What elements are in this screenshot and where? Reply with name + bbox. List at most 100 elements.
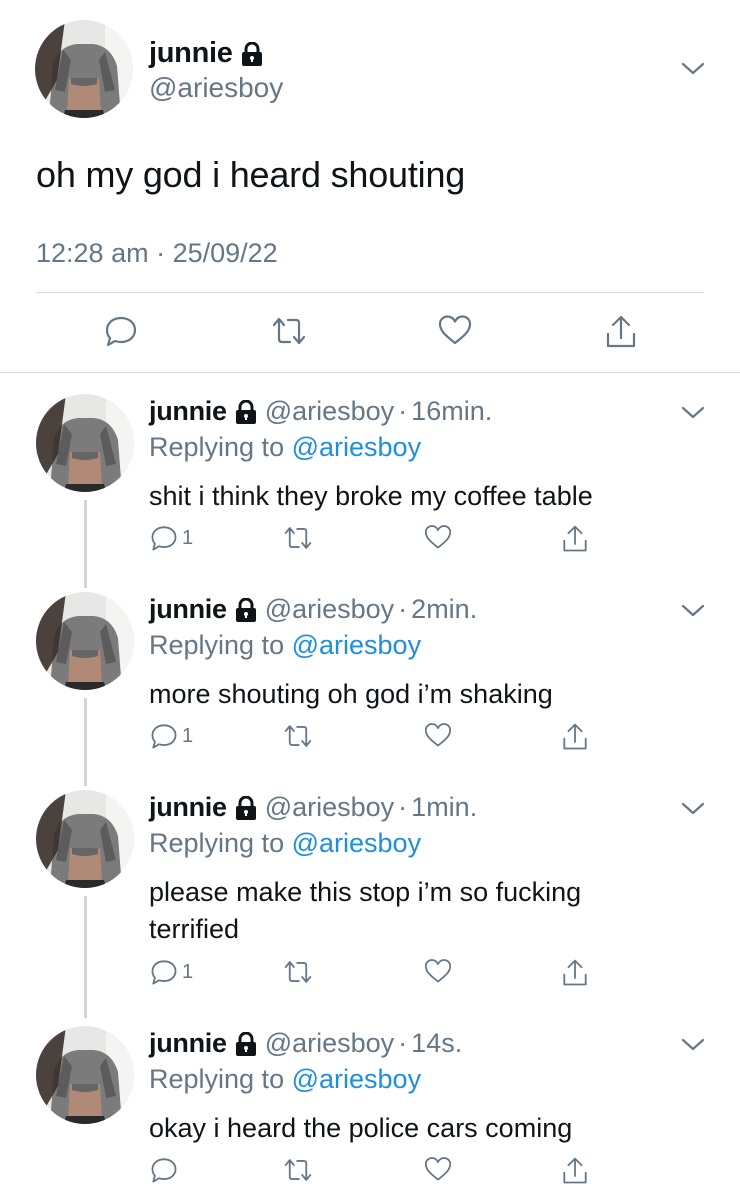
mention-link[interactable]: @ariesboy — [292, 1064, 421, 1094]
main-tweet[interactable]: junnie @ariesboy oh my god i heard shout… — [0, 0, 740, 373]
reply-icon — [151, 526, 177, 551]
user-handle[interactable]: @ariesboy — [265, 594, 394, 625]
like-button[interactable] — [438, 314, 472, 346]
heart-icon — [438, 315, 472, 345]
reply-icon — [105, 316, 137, 347]
share-icon — [563, 723, 587, 750]
share-button[interactable] — [561, 958, 589, 988]
share-icon — [563, 959, 587, 986]
tweet-time[interactable]: 1min. — [411, 792, 477, 823]
replying-to: Replying to @ariesboy — [149, 432, 421, 463]
user-name[interactable]: junnie — [149, 37, 233, 70]
separator: · — [398, 396, 408, 426]
lock-icon — [241, 41, 263, 66]
separator: · — [398, 594, 408, 624]
reply-button[interactable]: 1 — [150, 524, 193, 552]
replying-to: Replying to @ariesboy — [149, 828, 421, 859]
replying-label: Replying to — [149, 828, 285, 858]
avatar[interactable] — [36, 592, 134, 690]
retweet-icon — [284, 527, 312, 549]
retweet-icon — [284, 961, 312, 983]
share-icon — [563, 525, 587, 552]
tweet-timestamp[interactable]: 12:28 am · 25/09/22 — [36, 238, 278, 269]
retweet-button[interactable] — [282, 524, 314, 552]
user-name[interactable]: junnie — [149, 594, 227, 625]
reply-button[interactable] — [104, 314, 138, 348]
reply-count: 1 — [182, 526, 194, 549]
retweet-icon — [284, 1159, 312, 1181]
replying-label: Replying to — [149, 1064, 285, 1094]
reply-icon — [151, 1158, 177, 1183]
heart-icon — [424, 959, 452, 983]
avatar[interactable] — [36, 394, 134, 492]
reply-icon — [151, 960, 177, 985]
chevron-down-icon[interactable] — [680, 60, 706, 76]
reply-button[interactable]: 1 — [150, 722, 193, 750]
user-name[interactable]: junnie — [149, 792, 227, 823]
user-name[interactable]: junnie — [149, 396, 227, 427]
share-button[interactable] — [561, 524, 589, 554]
avatar[interactable] — [36, 1026, 134, 1124]
user-name[interactable]: junnie — [149, 1028, 227, 1059]
like-button[interactable] — [424, 524, 452, 550]
tweet-time[interactable]: 2min. — [411, 594, 477, 625]
reply-count: 1 — [182, 724, 194, 747]
tweet-text: please make this stop i’m so fucking ter… — [149, 877, 582, 944]
share-button[interactable] — [561, 722, 589, 752]
lock-icon — [235, 597, 257, 622]
separator: · — [398, 792, 408, 822]
lock-icon — [235, 399, 257, 424]
retweet-icon — [284, 725, 312, 747]
retweet-button[interactable] — [270, 314, 308, 348]
avatar[interactable] — [35, 20, 133, 118]
lock-icon — [235, 1031, 257, 1056]
like-button[interactable] — [424, 1156, 452, 1182]
chevron-down-icon[interactable] — [680, 800, 706, 816]
chevron-down-icon[interactable] — [680, 602, 706, 618]
reply-button[interactable] — [150, 1156, 182, 1184]
share-button[interactable] — [604, 314, 638, 350]
replying-to: Replying to @ariesboy — [149, 1064, 421, 1095]
divider — [36, 292, 704, 293]
like-button[interactable] — [424, 722, 452, 748]
retweet-button[interactable] — [282, 722, 314, 750]
user-handle[interactable]: @ariesboy — [265, 396, 394, 427]
user-handle[interactable]: @ariesboy — [265, 1028, 394, 1059]
retweet-button[interactable] — [282, 958, 314, 986]
separator: · — [398, 1028, 408, 1058]
reply-button[interactable]: 1 — [150, 958, 193, 986]
reply-tweet[interactable]: junnie @ariesboy · 2min. Replying to @ar… — [0, 574, 740, 770]
share-icon — [606, 315, 636, 348]
tweet-time[interactable]: 14s. — [411, 1028, 462, 1059]
heart-icon — [424, 525, 452, 549]
mention-link[interactable]: @ariesboy — [292, 432, 421, 462]
retweet-icon — [272, 317, 306, 345]
reply-count: 1 — [182, 960, 194, 983]
tweet-text: shit i think they broke my coffee table — [149, 481, 593, 511]
tweet-text: okay i heard the police cars coming — [149, 1113, 573, 1143]
tweet-text: more shouting oh god i’m shaking — [149, 679, 553, 709]
share-button[interactable] — [561, 1156, 589, 1186]
reply-icon — [151, 724, 177, 749]
replying-label: Replying to — [149, 630, 285, 660]
mention-link[interactable]: @ariesboy — [292, 630, 421, 660]
replying-label: Replying to — [149, 432, 285, 462]
tweet-text: oh my god i heard shouting — [36, 154, 466, 195]
share-icon — [563, 1157, 587, 1184]
mention-link[interactable]: @ariesboy — [292, 828, 421, 858]
chevron-down-icon[interactable] — [680, 1036, 706, 1052]
lock-icon — [235, 795, 257, 820]
heart-icon — [424, 1157, 452, 1181]
user-handle[interactable]: @ariesboy — [149, 72, 283, 104]
tweet-time[interactable]: 16min. — [411, 396, 492, 427]
chevron-down-icon[interactable] — [680, 404, 706, 420]
user-handle[interactable]: @ariesboy — [265, 792, 394, 823]
avatar[interactable] — [36, 790, 134, 888]
reply-tweet[interactable]: junnie @ariesboy · 1min. Replying to @ar… — [0, 772, 740, 1006]
reply-tweet[interactable]: junnie @ariesboy · 16min. Replying to @a… — [0, 376, 740, 572]
like-button[interactable] — [424, 958, 452, 984]
retweet-button[interactable] — [282, 1156, 314, 1184]
heart-icon — [424, 723, 452, 747]
reply-tweet[interactable]: junnie @ariesboy · 14s. Replying to @ari… — [0, 1008, 740, 1200]
replying-to: Replying to @ariesboy — [149, 630, 421, 661]
